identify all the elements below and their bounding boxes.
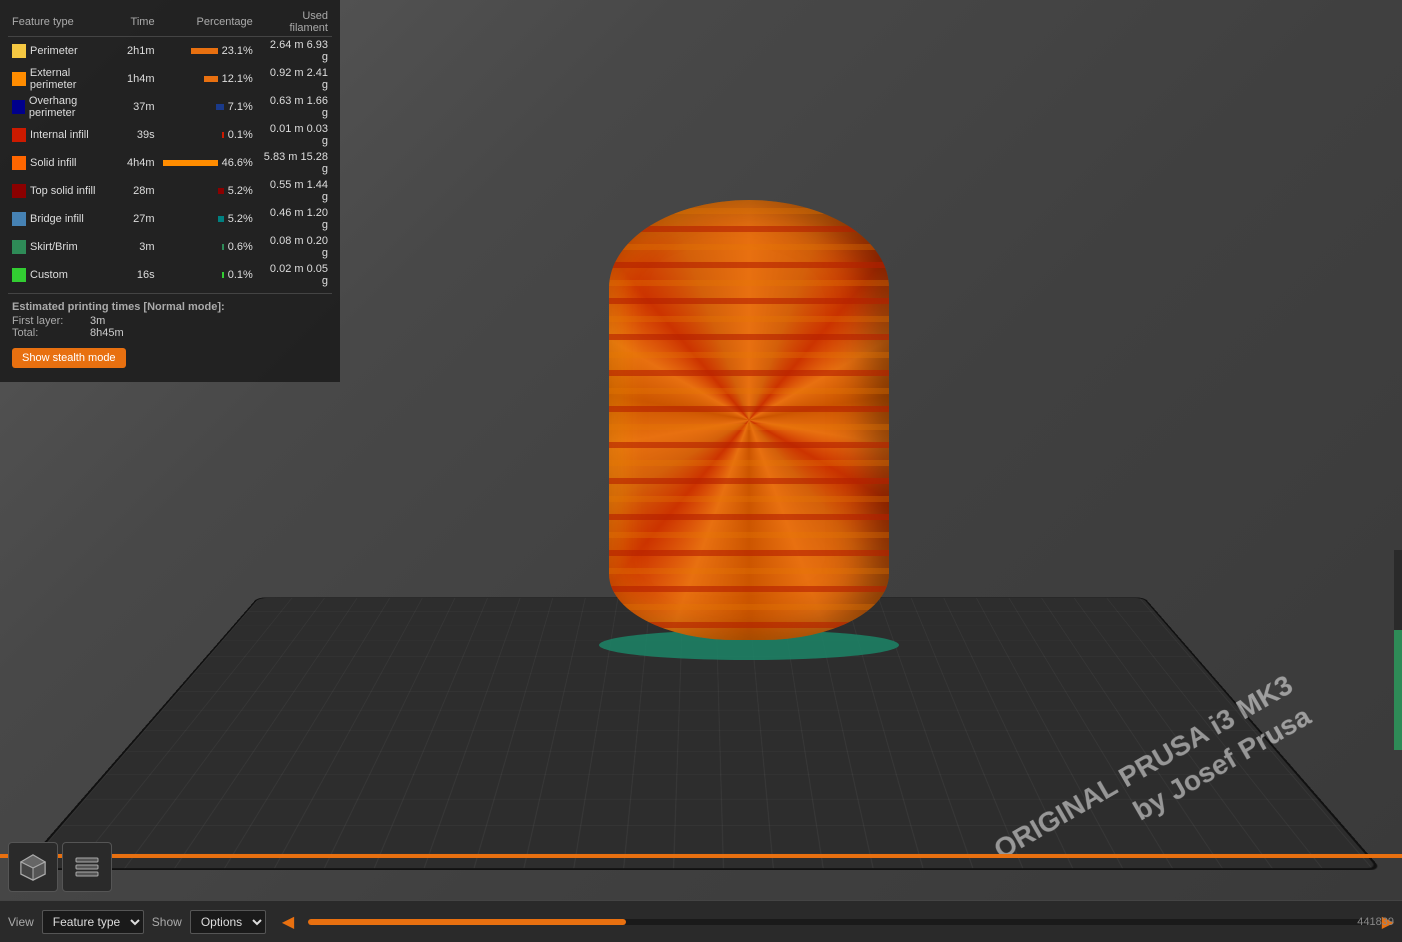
feature-name-cell: Internal infill: [8, 121, 123, 149]
time-cell: 1h4m: [123, 65, 159, 93]
percentage-cell: 7.1%: [159, 93, 257, 121]
feature-stats-table: Feature type Time Percentage Used filame…: [8, 8, 332, 289]
layer-slider-fill: [308, 919, 626, 925]
feature-name-cell: Overhang perimeter: [8, 93, 123, 121]
table-row: Solid infill4h4m46.6%5.83 m 15.28 g: [8, 149, 332, 177]
first-layer-value: 3m: [90, 315, 105, 327]
layers-icon: [72, 852, 102, 882]
layers-view-button[interactable]: [62, 842, 112, 892]
table-row: Perimeter2h1m23.1%2.64 m 6.93 g: [8, 37, 332, 66]
estimated-time-label: Estimated printing times [Normal mode]:: [12, 301, 328, 313]
feature-name-cell: Perimeter: [8, 37, 123, 66]
table-row: Custom16s0.1%0.02 m 0.05 g: [8, 261, 332, 289]
filament-cell: 0.08 m 0.20 g: [257, 233, 332, 261]
filament-cell: 0.63 m 1.66 g: [257, 93, 332, 121]
percentage-cell: 0.6%: [159, 233, 257, 261]
layer-slider[interactable]: [308, 919, 1368, 925]
percentage-cell: 46.6%: [159, 149, 257, 177]
filament-cell: 0.01 m 0.03 g: [257, 121, 332, 149]
slider-left-arrow[interactable]: ◀: [282, 912, 294, 932]
filament-cell: 5.83 m 15.28 g: [257, 149, 332, 177]
col-used-filament: Used filament: [257, 8, 332, 37]
bottom-toolbar: View Feature type Show Options ◀ ▶ 44183…: [0, 900, 1402, 942]
table-row: Top solid infill28m5.2%0.55 m 1.44 g: [8, 177, 332, 205]
col-time: Time: [123, 8, 159, 37]
3d-model: [589, 200, 909, 680]
table-row: External perimeter1h4m12.1%0.92 m 2.41 g: [8, 65, 332, 93]
print-time-info: Estimated printing times [Normal mode]: …: [8, 298, 332, 342]
model-body: [609, 200, 889, 640]
model-stripes: [609, 200, 889, 640]
3d-view-button[interactable]: [8, 842, 58, 892]
show-select[interactable]: Options: [190, 910, 266, 934]
layer-indicator-bar[interactable]: [1394, 550, 1402, 750]
progress-bar: [0, 854, 1402, 858]
first-layer-label: First layer:: [12, 315, 82, 327]
total-value: 8h45m: [90, 327, 124, 339]
col-feature-type: Feature type: [8, 8, 123, 37]
time-cell: 27m: [123, 205, 159, 233]
feature-name-cell: Top solid infill: [8, 177, 123, 205]
percentage-cell: 0.1%: [159, 121, 257, 149]
col-percentage: Percentage: [159, 8, 257, 37]
feature-name-cell: Solid infill: [8, 149, 123, 177]
time-cell: 16s: [123, 261, 159, 289]
table-row: Overhang perimeter37m7.1%0.63 m 1.66 g: [8, 93, 332, 121]
time-cell: 37m: [123, 93, 159, 121]
stealth-mode-button[interactable]: Show stealth mode: [12, 348, 126, 368]
view-buttons-container: [8, 842, 112, 892]
cube-icon: [18, 852, 48, 882]
percentage-cell: 23.1%: [159, 37, 257, 66]
table-row: Bridge infill27m5.2%0.46 m 1.20 g: [8, 205, 332, 233]
filament-cell: 0.92 m 2.41 g: [257, 65, 332, 93]
filament-cell: 0.46 m 1.20 g: [257, 205, 332, 233]
stats-panel: Feature type Time Percentage Used filame…: [0, 0, 340, 382]
feature-name-cell: Bridge infill: [8, 205, 123, 233]
percentage-cell: 0.1%: [159, 261, 257, 289]
view-select[interactable]: Feature type: [42, 910, 144, 934]
filament-cell: 0.02 m 0.05 g: [257, 261, 332, 289]
time-cell: 39s: [123, 121, 159, 149]
show-label: Show: [152, 915, 182, 929]
time-cell: 28m: [123, 177, 159, 205]
time-cell: 4h4m: [123, 149, 159, 177]
feature-name-cell: External perimeter: [8, 65, 123, 93]
feature-name-cell: Skirt/Brim: [8, 233, 123, 261]
first-layer-row: First layer: 3m: [12, 315, 328, 327]
feature-name-cell: Custom: [8, 261, 123, 289]
table-row: Skirt/Brim3m0.6%0.08 m 0.20 g: [8, 233, 332, 261]
time-cell: 3m: [123, 233, 159, 261]
view-label: View: [8, 915, 34, 929]
total-row: Total: 8h45m: [12, 327, 328, 339]
divider: [8, 293, 332, 294]
layer-counter: 441839: [1357, 916, 1394, 928]
total-label: Total:: [12, 327, 82, 339]
table-row: Internal infill39s0.1%0.01 m 0.03 g: [8, 121, 332, 149]
filament-cell: 0.55 m 1.44 g: [257, 177, 332, 205]
percentage-cell: 12.1%: [159, 65, 257, 93]
percentage-cell: 5.2%: [159, 177, 257, 205]
time-cell: 2h1m: [123, 37, 159, 66]
layer-indicator-fill: [1394, 630, 1402, 750]
percentage-cell: 5.2%: [159, 205, 257, 233]
filament-cell: 2.64 m 6.93 g: [257, 37, 332, 66]
